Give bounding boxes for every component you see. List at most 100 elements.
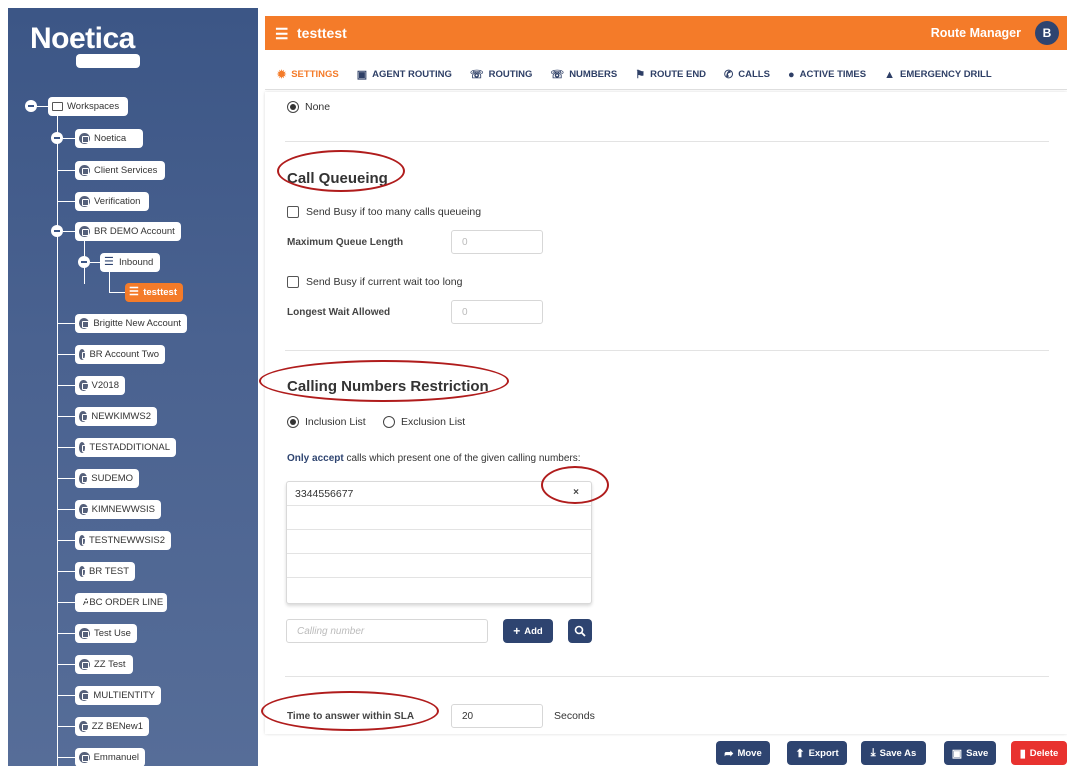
save-as-button[interactable]: ⤓ Save As [861,741,926,765]
tab-active-times[interactable]: ● ACTIVE TIMES [788,69,866,81]
save-button[interactable]: ▣ Save [944,741,996,765]
tree-node-br-account-two[interactable]: BR Account Two [75,345,165,364]
tree-node-zz-test[interactable]: ZZ Test [75,655,133,674]
trash-icon: ▮ [1019,747,1026,760]
tab-bar: ✹ SETTINGS ▣ AGENT ROUTING ☏ ROUTING ☏ NUMBE… [265,60,1067,90]
tab-calls[interactable]: ✆ CALLS [724,68,770,81]
busy-wait-checkbox[interactable] [287,276,299,288]
tree-node-abc-order-line[interactable]: ABC ORDER LINE [75,593,167,612]
tree-node-emmanuel[interactable]: Emmanuel [75,748,145,766]
search-button[interactable] [568,619,592,643]
tree-node-newkimws2[interactable]: NEWKIMWS2 [75,407,157,426]
divider [285,141,1049,142]
workspace-icon [79,659,90,670]
warning-icon: ▲ [884,68,895,81]
workspace-icon [79,504,89,515]
tree-node-testnewwsis2[interactable]: TESTNEWWSIS2 [75,531,171,550]
workspace-icon [79,133,90,144]
busy-queue-checkbox[interactable] [287,206,299,218]
tab-agent-routing[interactable]: ▣ AGENT ROUTING [357,68,452,81]
max-queue-input[interactable]: 0 [451,230,543,254]
exclusion-list-label: Exclusion List [401,416,466,428]
arrow-right-icon: ➦ [724,747,734,760]
workspace-sidebar: Noetica Workspaces Noetica Client Servic… [8,8,258,766]
max-queue-label: Maximum Queue Length [287,237,404,248]
tree-node-client-services[interactable]: Client Services [75,161,165,180]
workspace-icon [79,752,90,763]
noetica-collapse-toggle[interactable] [51,132,63,144]
folder-icon [52,102,63,111]
export-button[interactable]: ⬆ Export [787,741,847,765]
tab-emergency-drill[interactable]: ▲ EMERGENCY DRILL [884,69,992,81]
tree-node-br-test[interactable]: BR TEST [75,562,135,581]
workspace-icon [79,535,89,546]
search-icon [574,625,586,637]
app-name: Route Manager [930,26,1021,40]
calling-number-input[interactable]: Calling number [286,619,488,643]
workspace-icon [79,628,90,639]
tab-route-end[interactable]: ⚑ ROUTE END [635,68,706,81]
tree-node-partial[interactable] [76,54,140,68]
delete-button[interactable]: ▮ Delete [1011,741,1067,765]
tab-routing[interactable]: ☏ ROUTING [470,68,533,81]
annotation-ellipse [277,150,405,192]
plus-icon: + [513,624,521,638]
longest-wait-input[interactable]: 0 [451,300,543,324]
tree-node-brigitte-new-account[interactable]: Brigitte New Account [75,314,187,333]
tree-node-sudemo[interactable]: SUDEMO [75,469,139,488]
download-icon: ⤓ [870,746,876,759]
br-demo-collapse-toggle[interactable] [51,225,63,237]
list-item [287,530,591,554]
inclusion-list-radio[interactable] [287,416,299,428]
user-avatar[interactable]: B [1035,21,1059,45]
workspace-icon [79,380,89,391]
longest-wait-label: Longest Wait Allowed [287,307,391,318]
settings-panel: None Call Queueing Send Busy if too many… [259,92,1067,734]
list-item [287,506,591,530]
workspaces-collapse-toggle[interactable] [25,100,37,112]
tree-node-v2018[interactable]: V2018 [75,376,125,395]
tree-node-verification[interactable]: Verification [75,192,149,211]
tree-node-noetica[interactable]: Noetica [75,129,143,148]
tree-node-multientity[interactable]: MULTIENTITY [75,686,161,705]
workspace-icon [79,473,90,484]
annotation-ellipse [259,360,509,402]
calling-numbers-list: 3344556677 × [286,481,592,604]
annotation-ellipse [541,466,609,504]
tree-node-workspaces[interactable]: Workspaces [48,97,128,116]
none-radio[interactable] [287,101,299,113]
divider [285,676,1049,677]
upload-icon: ⬆ [795,747,805,760]
restriction-description: Only accept calls which present one of t… [287,453,581,464]
tree-node-inbound[interactable]: ☰ Inbound [100,253,160,272]
exclusion-list-radio[interactable] [383,416,395,428]
page-title: testtest [297,25,347,41]
list-icon: ☰ [275,26,289,43]
move-button[interactable]: ➦ Move [716,741,770,765]
workspace-icon [79,226,90,237]
clock-icon: ● [787,68,795,81]
tree-node-test-use[interactable]: Test Use [75,624,137,643]
tree-node-testadditional[interactable]: TESTADDITIONAL [75,438,176,457]
tree-node-testtest[interactable]: ☰ testtest [125,283,183,302]
tree-node-kimnewwsis[interactable]: KIMNEWWSIS [75,500,161,519]
busy-wait-label: Send Busy if current wait too long [306,276,463,288]
gear-icon: ✹ [277,69,287,81]
annotation-ellipse [261,691,439,731]
workspace-icon [79,442,90,453]
tab-numbers[interactable]: ☏ NUMBERS [550,68,617,81]
workspace-icon [79,318,90,329]
phone-routing-icon: ☏ [469,69,484,81]
workspace-icon [79,349,90,360]
sla-input[interactable]: 20 [451,704,543,728]
tab-settings[interactable]: ✹ SETTINGS [277,68,339,81]
tree-node-zz-benew1[interactable]: ZZ BENew1 [75,717,149,736]
list-item [287,554,591,578]
tree-node-br-demo-account[interactable]: BR DEMO Account [75,222,181,241]
workspace-icon [79,165,90,176]
floppy-icon: ▣ [951,747,963,760]
add-number-button[interactable]: + Add [503,619,553,643]
list-icon: ☰ [129,286,139,298]
none-label: None [305,101,331,113]
inbound-collapse-toggle[interactable] [78,256,90,268]
